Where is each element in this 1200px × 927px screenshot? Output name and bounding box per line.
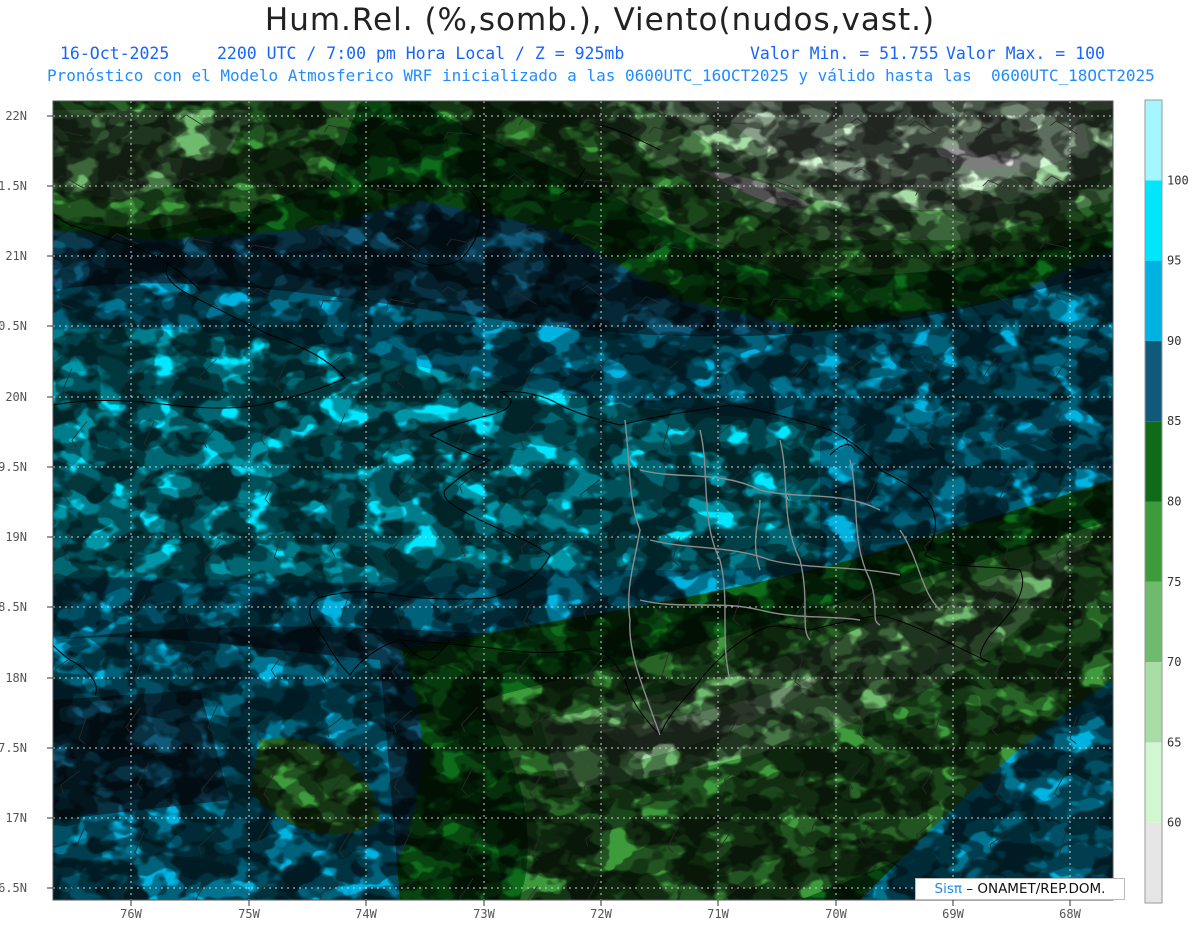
colorbar-swatch xyxy=(1145,581,1162,663)
lon-label: 69W xyxy=(942,907,964,921)
colorbar-swatch xyxy=(1145,340,1162,422)
lat-label: 1.5N xyxy=(0,179,27,193)
colorbar-swatch xyxy=(1145,662,1162,743)
colorbar-label: 85 xyxy=(1167,414,1181,428)
colorbar: 60 65 70 75 80 85 90 95 100 xyxy=(1144,99,1189,904)
colorbar-swatch xyxy=(1145,421,1162,502)
colorbar-label: 100 xyxy=(1167,173,1189,187)
lat-label: 8.5N xyxy=(0,600,27,614)
lat-label: 17N xyxy=(5,811,27,825)
lon-label: 70W xyxy=(825,907,847,921)
colorbar-label: 60 xyxy=(1167,816,1181,830)
colorbar-swatch xyxy=(1145,822,1162,903)
colorbar-swatch xyxy=(1145,501,1162,582)
colorbar-label: 70 xyxy=(1167,655,1181,669)
credit-text: – ONAMET/REP.DOM. xyxy=(966,881,1106,897)
colorbar-swatch xyxy=(1145,180,1162,261)
lat-label: 22N xyxy=(5,109,27,123)
lat-labels: 22N 1.5N 21N 0.5N 20N 9.5N 19N 8.5N 18N … xyxy=(0,109,27,895)
colorbar-swatch xyxy=(1145,260,1162,341)
lat-label: 21N xyxy=(5,249,27,263)
sispi-logo: Sisπ xyxy=(934,881,962,897)
lat-label: 19N xyxy=(5,530,27,544)
lat-label: 0.5N xyxy=(0,319,27,333)
lon-label: 71W xyxy=(707,907,729,921)
lon-label: 75W xyxy=(238,907,260,921)
lat-label: 6.5N xyxy=(0,881,27,895)
humidity-field xyxy=(53,101,1113,900)
lat-label: 7.5N xyxy=(0,741,27,755)
lat-label: 20N xyxy=(5,390,27,404)
colorbar-label: 90 xyxy=(1167,334,1181,348)
colorbar-label: 95 xyxy=(1167,254,1181,268)
humidity-map: 22N 1.5N 21N 0.5N 20N 9.5N 19N 8.5N 18N … xyxy=(0,99,1189,921)
colorbar-label: 80 xyxy=(1167,495,1181,509)
colorbar-label: 75 xyxy=(1167,575,1181,589)
lat-label: 9.5N xyxy=(0,460,27,474)
lon-label: 73W xyxy=(473,907,495,921)
lon-label: 72W xyxy=(590,907,612,921)
colorbar-label: 65 xyxy=(1167,735,1181,749)
lon-label: 76W xyxy=(120,907,142,921)
lon-label: 74W xyxy=(355,907,377,921)
colorbar-swatch xyxy=(1145,100,1162,181)
colorbar-swatch xyxy=(1145,742,1162,823)
lon-label: 68W xyxy=(1059,907,1081,921)
credit-box: Sisπ – ONAMET/REP.DOM. xyxy=(915,878,1125,900)
lon-labels: 76W 75W 74W 73W 72W 71W 70W 69W 68W xyxy=(120,907,1081,921)
lat-label: 18N xyxy=(5,671,27,685)
